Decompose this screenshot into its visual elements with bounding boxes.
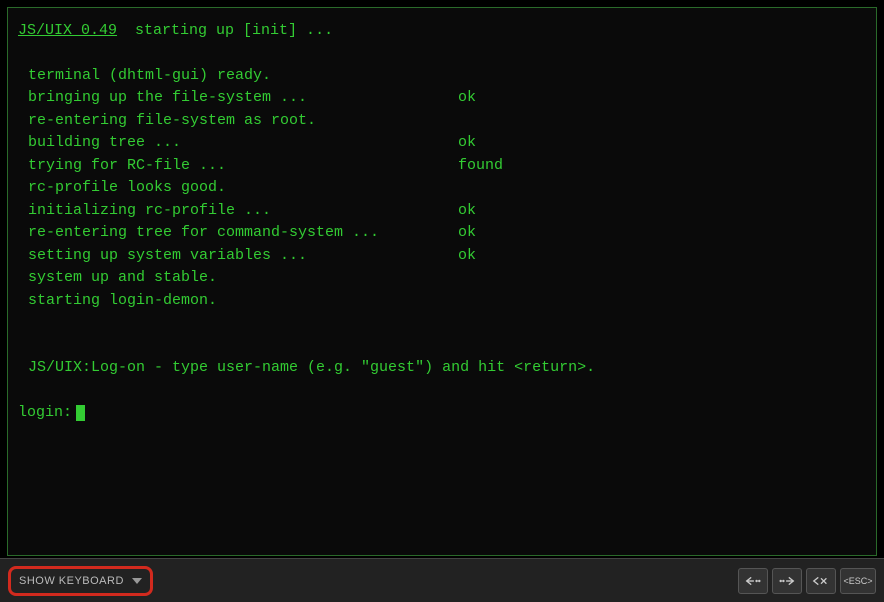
bottom-toolbar: SHOW KEYBOARD <ESC> bbox=[0, 558, 884, 602]
login-prompt: login: bbox=[18, 402, 72, 425]
boot-line: setting up system variables ...ok bbox=[18, 245, 866, 268]
arrow-left-dotted-icon bbox=[744, 574, 762, 588]
boot-line: initializing rc-profile ...ok bbox=[18, 200, 866, 223]
escape-button[interactable]: <ESC> bbox=[840, 568, 876, 594]
boot-log: terminal (dhtml-gui) ready. bringing up … bbox=[18, 65, 866, 313]
arrow-right-dotted-icon bbox=[778, 574, 796, 588]
boot-line: terminal (dhtml-gui) ready. bbox=[18, 65, 866, 88]
boot-header-suffix: starting up [init] ... bbox=[117, 22, 333, 39]
app-title: JS/UIX 0.49 bbox=[18, 22, 117, 39]
backspace-button[interactable] bbox=[806, 568, 836, 594]
backspace-icon bbox=[812, 574, 830, 588]
login-prompt-line[interactable]: login: bbox=[18, 402, 866, 425]
show-keyboard-label: SHOW KEYBOARD bbox=[19, 575, 124, 587]
boot-line: re-entering tree for command-system ...o… bbox=[18, 222, 866, 245]
boot-line: starting login-demon. bbox=[18, 290, 866, 313]
boot-line: building tree ...ok bbox=[18, 132, 866, 155]
boot-line: re-entering file-system as root. bbox=[18, 110, 866, 133]
boot-line: trying for RC-file ...found bbox=[18, 155, 866, 178]
chevron-down-icon bbox=[132, 578, 142, 584]
history-forward-button[interactable] bbox=[772, 568, 802, 594]
escape-label: <ESC> bbox=[843, 576, 872, 586]
boot-header: JS/UIX 0.49 starting up [init] ... bbox=[18, 20, 866, 43]
boot-line: system up and stable. bbox=[18, 267, 866, 290]
cursor-icon bbox=[76, 405, 85, 421]
show-keyboard-button[interactable]: SHOW KEYBOARD bbox=[8, 566, 153, 596]
boot-line: bringing up the file-system ...ok bbox=[18, 87, 866, 110]
terminal-window[interactable]: JS/UIX 0.49 starting up [init] ... termi… bbox=[7, 7, 877, 556]
logon-instruction: JS/UIX:Log-on - type user-name (e.g. "gu… bbox=[18, 357, 866, 380]
boot-line: rc-profile looks good. bbox=[18, 177, 866, 200]
history-back-button[interactable] bbox=[738, 568, 768, 594]
